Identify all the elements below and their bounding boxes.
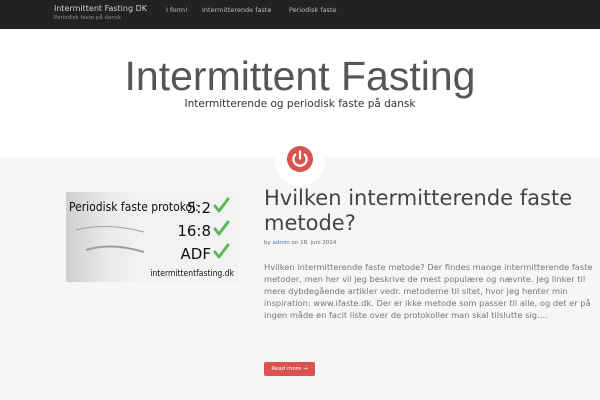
nav-item-i-form[interactable]: I form! xyxy=(166,6,188,15)
site-title: Intermittent Fasting xyxy=(124,53,476,99)
thumb-item-16-8: 16:8 xyxy=(177,222,211,240)
post-excerpt: Hvilken intermitterende faste metode? De… xyxy=(264,262,593,320)
nav-item-intermitterende-faste[interactable]: Intermitterende faste xyxy=(202,6,271,15)
thumb-item-adf: ADF xyxy=(181,245,211,263)
post-date: 18. juni 2014 xyxy=(300,240,337,246)
site-subtitle: Intermitterende og periodisk faste på da… xyxy=(184,98,416,110)
thumb-item-5-2: 5:2 xyxy=(187,199,211,217)
thumb-site: intermittentfasting.dk xyxy=(150,269,234,279)
site-tagline: Periodisk faste på dansk xyxy=(54,15,121,21)
read-more-button[interactable]: Read more → xyxy=(264,362,315,376)
top-navbar: Intermittent Fasting DK Periodisk faste … xyxy=(0,0,600,29)
power-icon xyxy=(287,146,313,172)
post-meta: by admin on 18. juni 2014 xyxy=(264,240,336,247)
post-author-link[interactable]: admin xyxy=(273,240,290,246)
thumb-heading: Periodisk faste protokol: xyxy=(69,200,199,214)
meta-on: on xyxy=(291,240,299,246)
post-thumbnail[interactable]: Periodisk faste protokol: 5:2 16:8 ADF i… xyxy=(66,192,239,282)
nav-item-periodisk-faste[interactable]: Periodisk faste xyxy=(289,6,337,15)
meta-by: by xyxy=(264,240,271,246)
post-title[interactable]: Hvilken intermitterende faste metode? xyxy=(264,186,584,236)
site-brand[interactable]: Intermittent Fasting DK xyxy=(54,4,147,14)
